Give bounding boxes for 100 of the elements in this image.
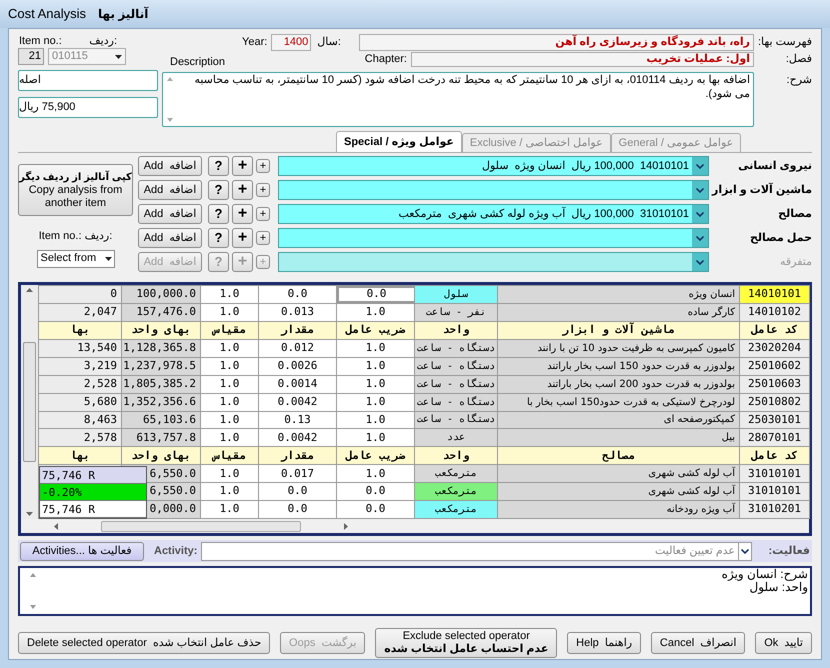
chevron-down-icon (696, 260, 704, 264)
table-cell: آب لوله کشی شهری (498, 465, 740, 482)
table-cell: مترمکعب (415, 465, 498, 482)
scroll-right-icon[interactable] (344, 522, 348, 530)
item-label: ردیف: (89, 34, 117, 48)
activities-button[interactable]: Activities... فعالیت ها (20, 542, 144, 560)
column-header: مقدار (280, 322, 314, 338)
table-cell: 5,680 (39, 394, 122, 411)
add-button[interactable]: + (232, 228, 253, 248)
table-cell: 1.0 (337, 376, 415, 393)
dialog-button[interactable]: Help راهنما (567, 632, 642, 654)
select-from-dropdown[interactable]: Select from (36, 250, 114, 268)
factor-label: ماشین آلات و ابزار (712, 182, 812, 198)
table-cell: 0.012 (259, 340, 337, 357)
item-label: Item no.: (19, 34, 62, 48)
table-cell: کامیون کمپرسی به ظرفیت حدود 10 تن با رانند (498, 340, 740, 357)
description-label: شرح: (786, 73, 812, 88)
column-header: کد عامل (751, 448, 798, 464)
table-cell: 0.0 (337, 286, 415, 303)
table-cell: 28070101 (740, 429, 810, 446)
year-field[interactable]: 1400 (271, 34, 312, 50)
table-cell: 25010802 (740, 394, 810, 411)
table-cell: عدد (415, 429, 498, 446)
table-cell: 0.0 (337, 483, 415, 500)
table-cell: لودرچرخ لاستیکی به قدرت حدود150 اسب بخار با (498, 394, 740, 411)
table-cell: 0.013 (259, 304, 337, 321)
column-header: بهای واحد (131, 448, 191, 464)
description-field[interactable]: اضافه بها به ردیف 010114، به ازای هر 10 سانتیمتر که به محیط تنه درخت اضافه شود (کسر 10 سانتیمتر، به تناسب محاسبه می شود). (162, 72, 754, 127)
notes-field[interactable]: شرح: انسان ویژه واحد: سلول (18, 566, 812, 616)
add-button[interactable]: Add اضافه (138, 156, 202, 176)
table-cell: 0.0014 (259, 376, 337, 393)
table-cell: 0.017 (259, 465, 337, 482)
table-cell: 1.0 (201, 483, 259, 500)
scroll-left-icon[interactable] (54, 522, 58, 530)
add-button[interactable]: Add اضافه (138, 204, 202, 224)
chapter-field: اول: عملیات تخریب (411, 52, 754, 67)
scroll-down-icon[interactable] (30, 605, 36, 609)
factor-label: نیروی انسانی (737, 158, 812, 174)
table-cell: کارگر ساده (498, 304, 740, 321)
table-cell: 1.0 (337, 465, 415, 482)
table-cell: 14010102 (740, 304, 810, 321)
column-header: مقیاس (212, 448, 246, 464)
table-cell: نفر - ساعت (415, 304, 498, 321)
add-button[interactable]: + (232, 156, 253, 176)
help-button[interactable]: ? (208, 228, 229, 248)
table-cell: بیل (498, 429, 740, 446)
table-cell: 1.0 (201, 465, 259, 482)
table-cell: 1,805,385.2 (122, 376, 201, 393)
scroll-up-icon[interactable] (26, 288, 33, 292)
table-cell: 1.0 (201, 376, 259, 393)
table-cell: 1,128,365.8 (122, 340, 201, 357)
factor-combo[interactable] (278, 228, 709, 248)
add-button[interactable]: Add اضافه (138, 228, 202, 248)
table-cell: آب ویژه رودخانه (498, 501, 740, 518)
catalog-label: فهرست بها: (758, 34, 812, 50)
scrollbar-thumb[interactable] (101, 520, 301, 532)
scroll-up-icon[interactable] (167, 77, 173, 81)
column-header: مصالح (602, 448, 636, 464)
scroll-down-icon[interactable] (167, 118, 173, 122)
item-label: Item no.: ردیف: (38, 229, 112, 244)
add-button[interactable]: + (256, 231, 270, 245)
table-cell: 0 (39, 286, 122, 303)
scrollbar-thumb[interactable] (23, 342, 36, 462)
help-button[interactable]: ? (208, 156, 229, 176)
column-header: بهای واحد (131, 322, 191, 338)
activity-label: فعالیت: (768, 544, 810, 559)
table-cell: 1.0 (201, 358, 259, 375)
factor-combo[interactable]: 14010101 100,000 ریال انسان ویژه سلول (278, 156, 709, 176)
factor-combo[interactable]: 31010101 100,000 ریال آب ویژه لوله کشی شهری مترمکعب (278, 204, 709, 224)
add-button[interactable]: + (256, 207, 270, 221)
add-button[interactable]: Add اضافه (138, 180, 202, 200)
tab[interactable]: Special / عوامل ویژه (336, 131, 462, 152)
add-button[interactable]: + (256, 183, 270, 197)
table-cell: 0.0 (259, 483, 337, 500)
help-button[interactable]: ? (208, 180, 229, 200)
factor-combo[interactable] (278, 180, 709, 200)
table-cell: مترمکعب (415, 501, 498, 518)
dialog-button[interactable]: Cancel انصراف (650, 632, 746, 654)
dialog-button[interactable]: Delete selected operator حذف عامل انتخاب شده (18, 632, 270, 654)
scroll-down-icon[interactable] (26, 512, 33, 516)
table-cell: 1.0 (201, 429, 259, 446)
table-cell: سلول (415, 286, 498, 303)
activity-label: Activity: (154, 544, 198, 559)
dialog-button[interactable]: Ok تایید (755, 632, 812, 654)
vertical-scrollbar[interactable] (21, 285, 38, 519)
table-cell: 1.0 (201, 286, 259, 303)
scroll-up-icon[interactable] (30, 573, 36, 577)
table-cell: 100,000.0 (122, 286, 201, 303)
activity-dropdown[interactable]: عدم تعیین فعالیت (201, 542, 752, 560)
table-cell: 0.0026 (259, 358, 337, 375)
unit-field[interactable]: اصله (18, 70, 158, 91)
table-cell: 1,352,356.6 (122, 394, 201, 411)
help-button[interactable]: ? (208, 204, 229, 224)
window-title: Cost Analysis (8, 5, 86, 24)
table-cell: 0.0042 (259, 429, 337, 446)
add-button[interactable]: + (232, 180, 253, 200)
price-field[interactable]: 75,900 ریال (18, 97, 158, 118)
table-cell: 65,103.6 (122, 412, 201, 428)
add-button[interactable]: + (256, 159, 270, 173)
add-button[interactable]: + (232, 204, 253, 224)
